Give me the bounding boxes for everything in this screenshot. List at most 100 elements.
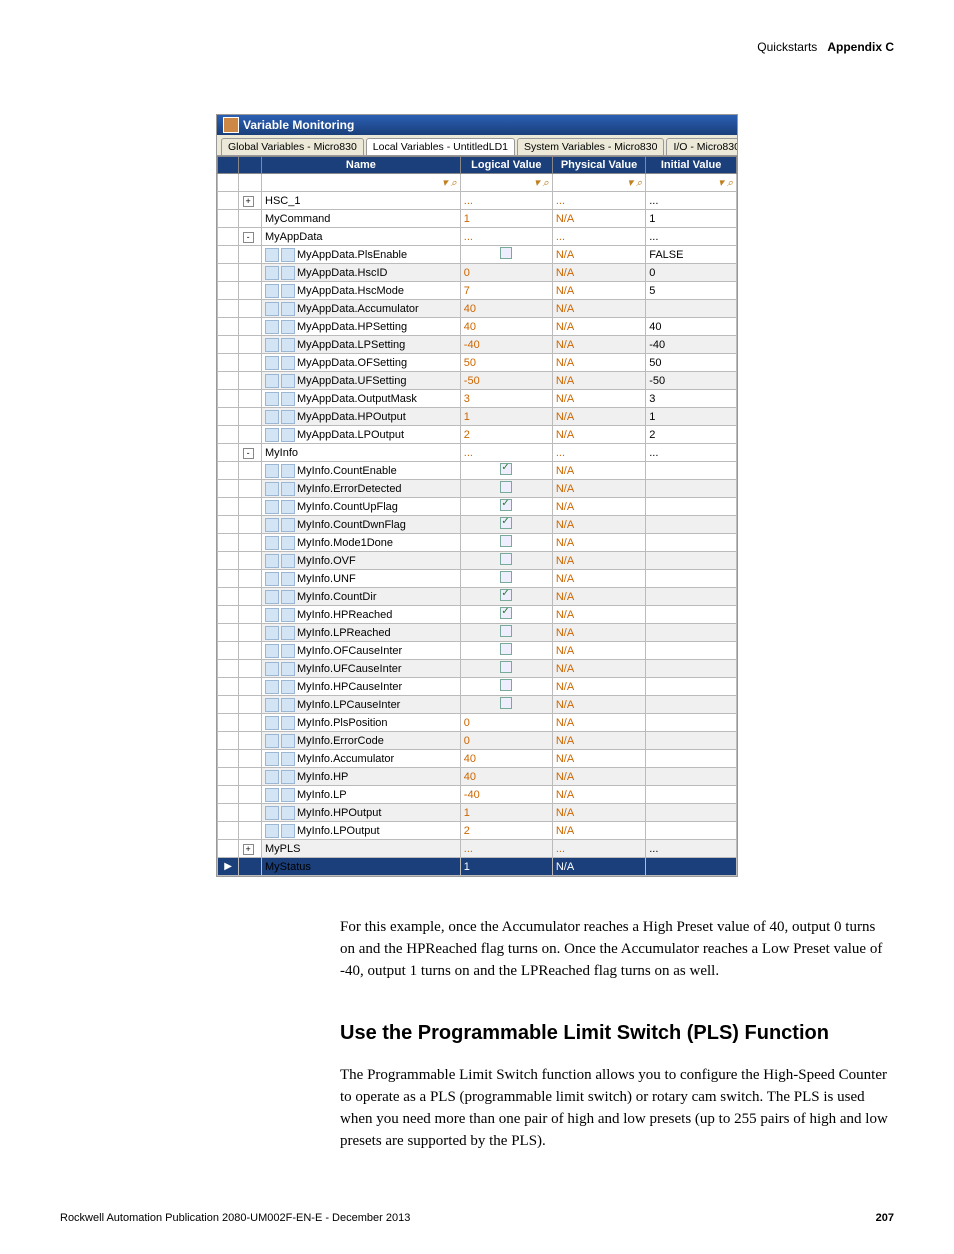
- initial-value: 1: [649, 411, 655, 423]
- table-row[interactable]: MyInfo.LPOutput2N/A: [218, 822, 737, 840]
- checkbox[interactable]: [500, 247, 512, 259]
- table-row[interactable]: MyInfo.CountDwnFlagN/A: [218, 516, 737, 534]
- variable-name: MyInfo.ErrorDetected: [297, 483, 402, 495]
- table-row[interactable]: MyInfo.LP-40N/A: [218, 786, 737, 804]
- checkbox[interactable]: [500, 679, 512, 691]
- physical-value: N/A: [556, 393, 574, 405]
- window-title: Variable Monitoring: [243, 118, 354, 132]
- table-row[interactable]: MyAppData.OutputMask3N/A3: [218, 390, 737, 408]
- filter-icon[interactable]: ▾ ⌕: [627, 177, 642, 189]
- table-row[interactable]: -MyAppData.........: [218, 228, 737, 246]
- table-row[interactable]: MyInfo.HPReachedN/A: [218, 606, 737, 624]
- logical-value: 40: [464, 321, 476, 333]
- filter-row[interactable]: ▾ ⌕ ▾ ⌕ ▾ ⌕ ▾ ⌕: [218, 174, 737, 192]
- table-row[interactable]: MyAppData.Accumulator40N/A: [218, 300, 737, 318]
- table-row[interactable]: MyInfo.Accumulator40N/A: [218, 750, 737, 768]
- table-row[interactable]: MyAppData.LPSetting-40N/A-40: [218, 336, 737, 354]
- table-row[interactable]: MyAppData.LPOutput2N/A2: [218, 426, 737, 444]
- physical-value: N/A: [556, 285, 574, 297]
- logical-value: 7: [464, 285, 470, 297]
- filter-icon[interactable]: ▾ ⌕: [442, 177, 457, 189]
- variable-name: MyInfo.PlsPosition: [297, 717, 387, 729]
- table-row[interactable]: MyInfo.UNF N/A: [218, 570, 737, 588]
- col-logical[interactable]: Logical Value: [460, 157, 552, 174]
- checkbox[interactable]: [500, 607, 512, 619]
- collapse-icon[interactable]: -: [243, 448, 254, 459]
- col-physical[interactable]: Physical Value: [552, 157, 645, 174]
- variable-name: MyAppData.OFSetting: [297, 357, 407, 369]
- physical-value: N/A: [556, 555, 574, 567]
- col-name[interactable]: Name: [262, 157, 461, 174]
- physical-value: N/A: [556, 627, 574, 639]
- checkbox[interactable]: [500, 589, 512, 601]
- variable-name: MyAppData.Accumulator: [297, 303, 419, 315]
- checkbox[interactable]: [500, 571, 512, 583]
- table-row[interactable]: MyInfo.LPCauseInterN/A: [218, 696, 737, 714]
- table-row[interactable]: MyAppData.HPOutput1N/A1: [218, 408, 737, 426]
- table-row[interactable]: MyInfo.LPReachedN/A: [218, 624, 737, 642]
- physical-value: N/A: [556, 573, 574, 585]
- checkbox[interactable]: [500, 697, 512, 709]
- variable-name: MyInfo.Mode1Done: [297, 537, 393, 549]
- tab-3[interactable]: I/O - Micro830: [666, 138, 737, 155]
- variable-name: MyAppData.HscMode: [297, 285, 404, 297]
- checkbox[interactable]: [500, 499, 512, 511]
- table-row[interactable]: MyInfo.ErrorCode0N/A: [218, 732, 737, 750]
- physical-value: N/A: [556, 483, 574, 495]
- filter-icon[interactable]: ▾ ⌕: [534, 177, 549, 189]
- table-row[interactable]: -MyInfo.........: [218, 444, 737, 462]
- table-row[interactable]: MyInfo.PlsPosition0N/A: [218, 714, 737, 732]
- page-footer: Rockwell Automation Publication 2080-UM0…: [60, 1212, 894, 1224]
- table-row[interactable]: MyInfo.Mode1DoneN/A: [218, 534, 737, 552]
- table-row[interactable]: MyInfo.CountEnableN/A: [218, 462, 737, 480]
- checkbox[interactable]: [500, 661, 512, 673]
- expand-icon[interactable]: +: [243, 844, 254, 855]
- table-row[interactable]: MyInfo.HPOutput1N/A: [218, 804, 737, 822]
- variable-name: MyInfo.CountDwnFlag: [297, 519, 406, 531]
- table-row[interactable]: MyInfo.HP40N/A: [218, 768, 737, 786]
- table-row[interactable]: MyInfo.UFCauseInterN/A: [218, 660, 737, 678]
- tab-0[interactable]: Global Variables - Micro830: [221, 138, 364, 155]
- logical-value: 2: [464, 825, 470, 837]
- checkbox[interactable]: [500, 463, 512, 475]
- filter-icon[interactable]: ▾ ⌕: [718, 177, 733, 189]
- variable-name: MyInfo.UNF: [297, 573, 356, 585]
- body-paragraph-2: The Programmable Limit Switch function a…: [340, 1065, 894, 1152]
- table-row[interactable]: MyAppData.OFSetting50N/A50: [218, 354, 737, 372]
- col-initial[interactable]: Initial Value: [646, 157, 737, 174]
- variable-name: MyAppData.LPOutput: [297, 429, 404, 441]
- table-row[interactable]: +MyPLS.........: [218, 840, 737, 858]
- checkbox[interactable]: [500, 535, 512, 547]
- table-row[interactable]: MyAppData.PlsEnableN/AFALSE: [218, 246, 737, 264]
- table-row[interactable]: MyCommand1N/A1: [218, 210, 737, 228]
- table-row[interactable]: MyAppData.UFSetting-50N/A-50: [218, 372, 737, 390]
- table-row[interactable]: MyInfo.OVFN/A: [218, 552, 737, 570]
- tab-1[interactable]: Local Variables - UntitledLD1: [366, 138, 515, 155]
- initial-value: ...: [649, 195, 658, 207]
- collapse-icon[interactable]: -: [243, 232, 254, 243]
- table-row[interactable]: MyInfo.ErrorDetected N/A: [218, 480, 737, 498]
- variable-name: MyAppData.UFSetting: [297, 375, 406, 387]
- table-row[interactable]: +HSC_1.........: [218, 192, 737, 210]
- tab-2[interactable]: System Variables - Micro830: [517, 138, 664, 155]
- table-row[interactable]: MyInfo.CountUpFlagN/A: [218, 498, 737, 516]
- physical-value: ...: [556, 195, 565, 207]
- physical-value: N/A: [556, 663, 574, 675]
- table-row[interactable]: MyAppData.HscID0N/A0: [218, 264, 737, 282]
- table-row[interactable]: MyInfo.CountDirN/A: [218, 588, 737, 606]
- table-row[interactable]: MyInfo.HPCauseInterN/A: [218, 678, 737, 696]
- window-titlebar: Variable Monitoring: [217, 115, 737, 135]
- checkbox[interactable]: [500, 481, 512, 493]
- checkbox[interactable]: [500, 643, 512, 655]
- table-row[interactable]: ▶MyStatus1N/A: [218, 858, 737, 876]
- table-row[interactable]: MyAppData.HPSetting40N/A40: [218, 318, 737, 336]
- expand-icon[interactable]: +: [243, 196, 254, 207]
- physical-value: N/A: [556, 789, 574, 801]
- table-row[interactable]: MyAppData.HscMode7N/A5: [218, 282, 737, 300]
- checkbox[interactable]: [500, 625, 512, 637]
- checkbox[interactable]: [500, 517, 512, 529]
- physical-value: N/A: [556, 735, 574, 747]
- physical-value: N/A: [556, 249, 574, 261]
- checkbox[interactable]: [500, 553, 512, 565]
- table-row[interactable]: MyInfo.OFCauseInterN/A: [218, 642, 737, 660]
